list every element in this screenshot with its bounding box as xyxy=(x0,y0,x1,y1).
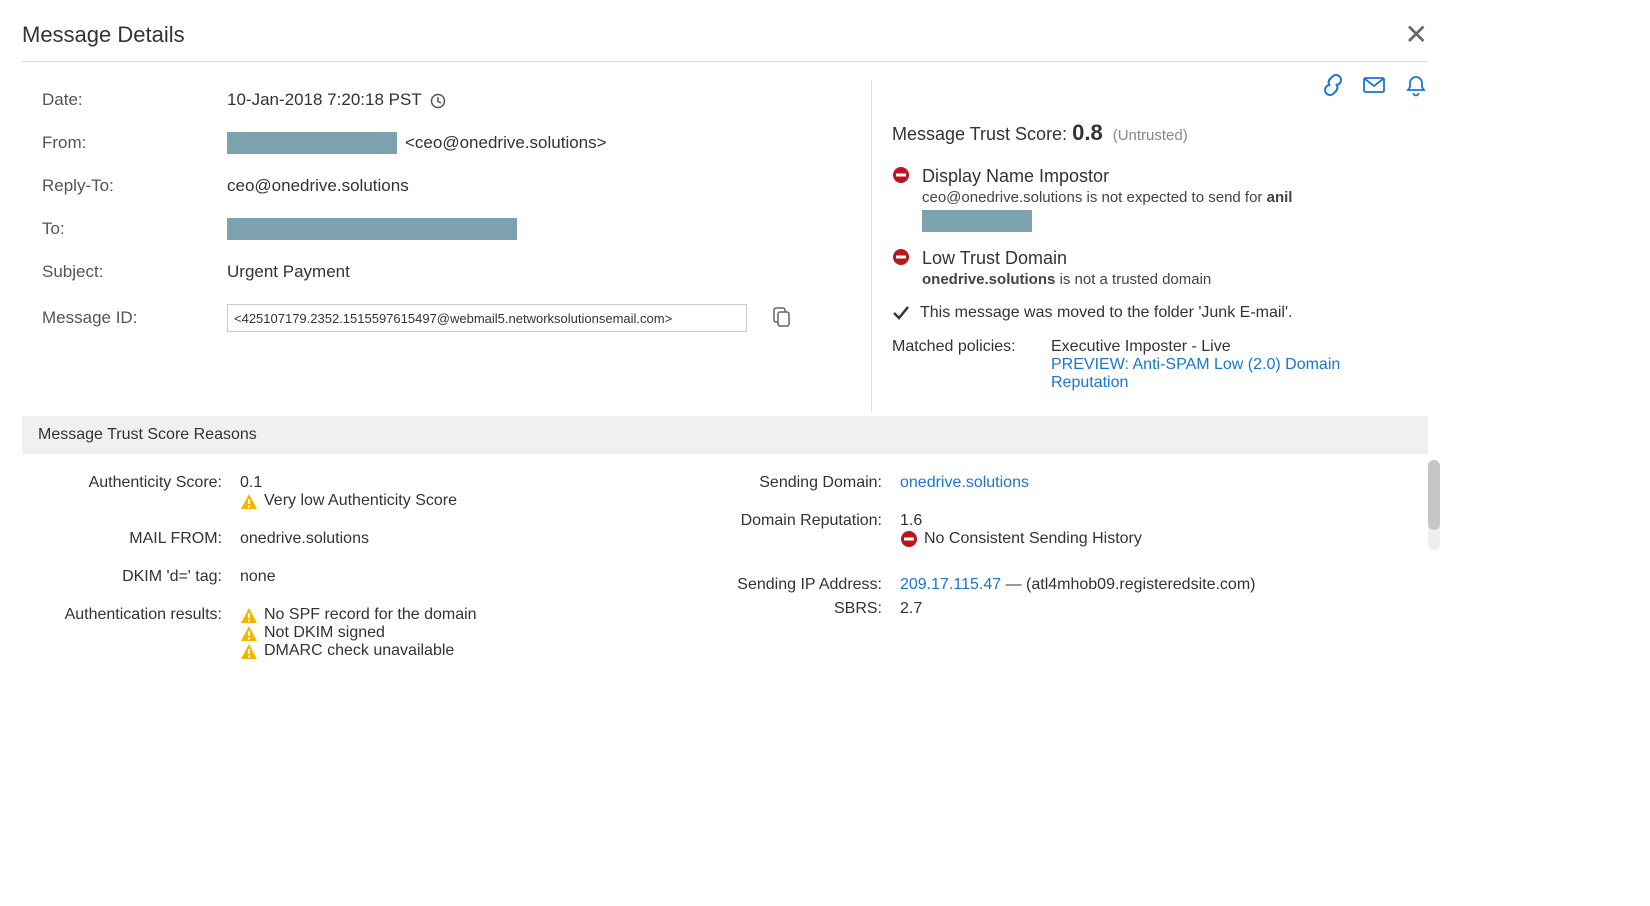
value-sending-domain[interactable]: onedrive.solutions xyxy=(900,474,1029,491)
value-domain-reputation: 1.6 xyxy=(900,512,1428,530)
scrollbar-thumb[interactable] xyxy=(1428,460,1440,530)
scrollbar[interactable] xyxy=(1428,460,1440,550)
domain-rep-warn: No Consistent Sending History xyxy=(924,530,1142,548)
matched-policies-label: Matched policies: xyxy=(892,338,1037,392)
score-reasons-header: Message Trust Score Reasons xyxy=(22,416,1428,454)
label-auth-results: Authentication results: xyxy=(40,606,240,660)
trust-score-label: Message Trust Score: xyxy=(892,124,1067,144)
reason-desc: ceo@onedrive.solutions is not expected t… xyxy=(922,189,1292,206)
label-message-id: Message ID: xyxy=(42,308,227,328)
message-id-input[interactable] xyxy=(227,304,747,332)
copy-message-id-button[interactable] xyxy=(771,307,791,329)
value-from-email: <ceo@onedrive.solutions> xyxy=(405,133,607,153)
value-subject: Urgent Payment xyxy=(227,262,851,282)
value-authenticity-score: 0.1 xyxy=(240,474,710,492)
matched-policies: Matched policies: Executive Imposter - L… xyxy=(892,338,1418,392)
stop-icon xyxy=(900,530,918,548)
authenticity-warn-text: Very low Authenticity Score xyxy=(264,492,457,510)
value-date: 10-Jan-2018 7:20:18 PST xyxy=(227,90,422,110)
label-sending-ip: Sending IP Address: xyxy=(710,576,900,594)
value-sending-ip-host: — (atl4mhob09.registeredsite.com) xyxy=(1001,576,1255,593)
clock-icon xyxy=(430,90,446,110)
warn-icon xyxy=(240,624,258,642)
redacted-to xyxy=(227,218,517,240)
stop-icon xyxy=(892,248,912,288)
action-icons xyxy=(1322,74,1428,98)
redacted-expected-sender xyxy=(922,210,1032,232)
redacted-from-name xyxy=(227,132,397,154)
warn-icon xyxy=(240,642,258,660)
trust-score-line: Message Trust Score: 0.8 (Untrusted) xyxy=(892,120,1418,146)
label-reply-to: Reply-To: xyxy=(42,176,227,196)
policy-item-link[interactable]: PREVIEW: Anti-SPAM Low (2.0) Domain Repu… xyxy=(1051,356,1418,392)
auth-result-dkim: Not DKIM signed xyxy=(264,624,385,642)
value-dkim-tag: none xyxy=(240,568,710,586)
score-reasons-body: Authenticity Score: 0.1 Very low Authent… xyxy=(22,454,1428,680)
reason-desc: onedrive.solutions is not a trusted doma… xyxy=(922,271,1211,288)
trust-reason-low-domain: Low Trust Domain onedrive.solutions is n… xyxy=(892,248,1418,288)
trust-reason-impostor: Display Name Impostor ceo@onedrive.solut… xyxy=(892,166,1418,232)
label-dkim-tag: DKIM 'd=' tag: xyxy=(40,568,240,586)
panel-header: Message Details ✕ xyxy=(22,18,1428,62)
trust-score-value: 0.8 xyxy=(1072,120,1103,145)
label-from: From: xyxy=(42,133,227,153)
label-sbrs: SBRS: xyxy=(710,600,900,618)
label-domain-reputation: Domain Reputation: xyxy=(710,512,900,548)
reason-title: Display Name Impostor xyxy=(922,166,1292,187)
trust-score-status: (Untrusted) xyxy=(1113,127,1188,144)
label-sending-domain: Sending Domain: xyxy=(710,474,900,492)
value-sbrs: 2.7 xyxy=(900,600,1428,618)
reason-title: Low Trust Domain xyxy=(922,248,1211,269)
label-to: To: xyxy=(42,219,227,239)
stop-icon xyxy=(892,166,912,232)
bell-icon[interactable] xyxy=(1404,74,1428,98)
trust-summary: Message Trust Score: 0.8 (Untrusted) Dis… xyxy=(872,80,1428,412)
policy-item: Executive Imposter - Live xyxy=(1051,338,1418,356)
warn-icon xyxy=(240,492,258,510)
mail-icon[interactable] xyxy=(1362,74,1386,98)
link-icon[interactable] xyxy=(1322,74,1344,98)
message-details-panel: Message Details ✕ Date: 10-Jan-2018 7:20… xyxy=(0,0,1450,680)
label-date: Date: xyxy=(42,90,227,110)
label-mail-from: MAIL FROM: xyxy=(40,530,240,548)
auth-result-spf: No SPF record for the domain xyxy=(264,606,477,624)
value-mail-from: onedrive.solutions xyxy=(240,530,710,548)
message-summary: Date: 10-Jan-2018 7:20:18 PST From: <ceo… xyxy=(22,80,872,412)
folder-moved-text: This message was moved to the folder 'Ju… xyxy=(920,304,1292,322)
folder-moved-line: This message was moved to the folder 'Ju… xyxy=(892,304,1418,322)
close-button[interactable]: ✕ xyxy=(1405,18,1428,51)
value-reply-to: ceo@onedrive.solutions xyxy=(227,176,851,196)
value-sending-ip[interactable]: 209.17.115.47 xyxy=(900,576,1001,593)
warn-icon xyxy=(240,606,258,624)
label-authenticity-score: Authenticity Score: xyxy=(40,474,240,510)
auth-result-dmarc: DMARC check unavailable xyxy=(264,642,454,660)
check-icon xyxy=(892,304,910,322)
page-title: Message Details xyxy=(22,22,185,48)
label-subject: Subject: xyxy=(42,262,227,282)
